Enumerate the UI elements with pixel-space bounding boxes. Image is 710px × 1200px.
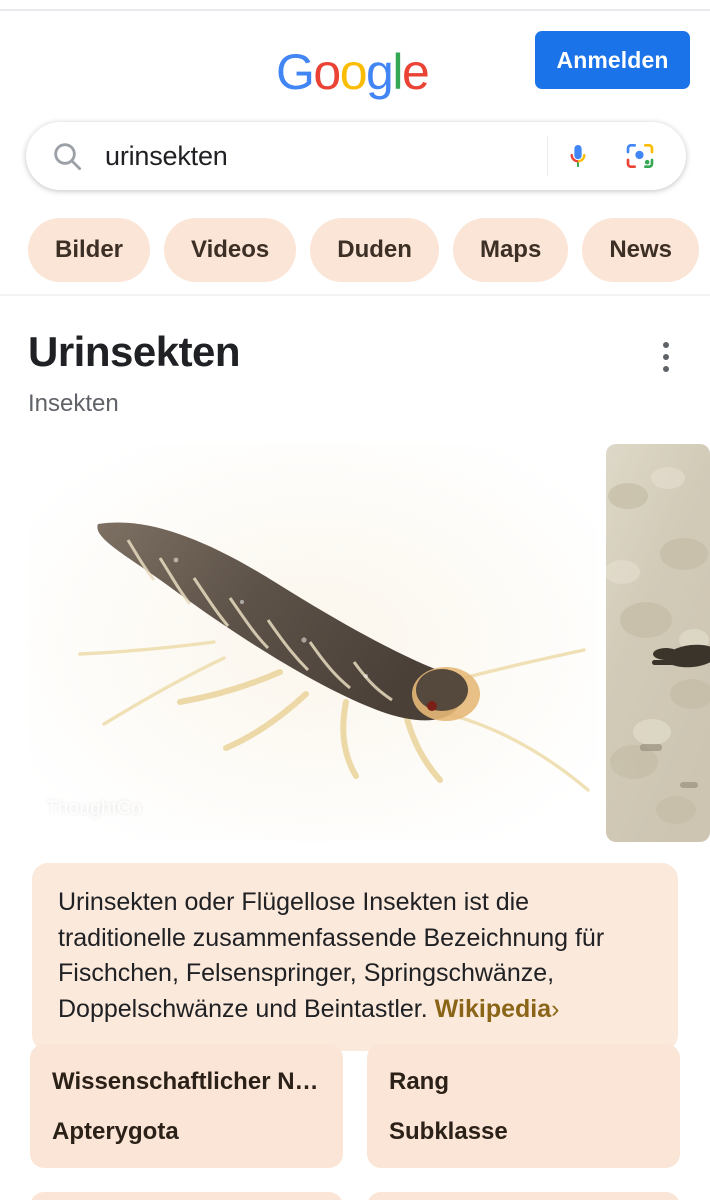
filter-chip-maps[interactable]: Maps (452, 218, 569, 282)
fact-card-next-left[interactable] (30, 1192, 343, 1200)
fact-card-rank[interactable]: Rang Subklasse (367, 1044, 680, 1168)
image-watermark: ThoughtCo (46, 798, 142, 819)
filter-chips-row[interactable]: Bilder Videos Duden Maps News Alle Filte… (0, 213, 710, 287)
google-lens-icon[interactable] (616, 132, 664, 180)
search-divider (547, 136, 548, 176)
page-header: Google Anmelden (0, 11, 710, 108)
filters-divider (0, 294, 710, 296)
insect-on-stone-photo[interactable] (606, 444, 710, 842)
description-card: Urinsekten oder Flügellose Insekten ist … (32, 863, 678, 1051)
search-results-page: Google Anmelden urinsekten Bilder Videos… (0, 0, 710, 1200)
fact-value: Apterygota (52, 1118, 179, 1145)
page-subtitle: Insekten (28, 390, 119, 417)
search-bar[interactable] (26, 122, 686, 190)
filter-chip-bilder[interactable]: Bilder (28, 218, 151, 282)
filter-chip-videos[interactable]: Videos (164, 218, 297, 282)
google-logo: Google (276, 44, 430, 100)
fact-value: Subklasse (389, 1118, 508, 1145)
filter-chip-news[interactable]: News (582, 218, 700, 282)
fact-label: Wissenschaftlicher Na... (52, 1068, 321, 1095)
sign-in-button[interactable]: Anmelden (535, 31, 690, 89)
chevron-right-icon[interactable]: › (551, 995, 559, 1023)
silverfish-photo[interactable]: ThoughtCo (28, 444, 598, 842)
fact-label: Rang (389, 1068, 449, 1095)
wikipedia-link[interactable]: Wikipedia (435, 995, 551, 1023)
fact-card-next-right[interactable] (367, 1192, 680, 1200)
search-input[interactable] (105, 140, 547, 172)
filter-chip-duden[interactable]: Duden (310, 218, 439, 282)
fact-cards-grid: Wissenschaftlicher Na... Apterygota Rang… (30, 1044, 710, 1200)
page-title: Urinsekten (28, 328, 241, 375)
image-carousel[interactable]: ThoughtCo (28, 444, 710, 842)
search-icon (51, 140, 83, 172)
microphone-icon[interactable] (554, 132, 602, 180)
fact-card-scientific-name[interactable]: Wissenschaftlicher Na... Apterygota (30, 1044, 343, 1168)
more-vertical-icon[interactable] (644, 333, 688, 381)
